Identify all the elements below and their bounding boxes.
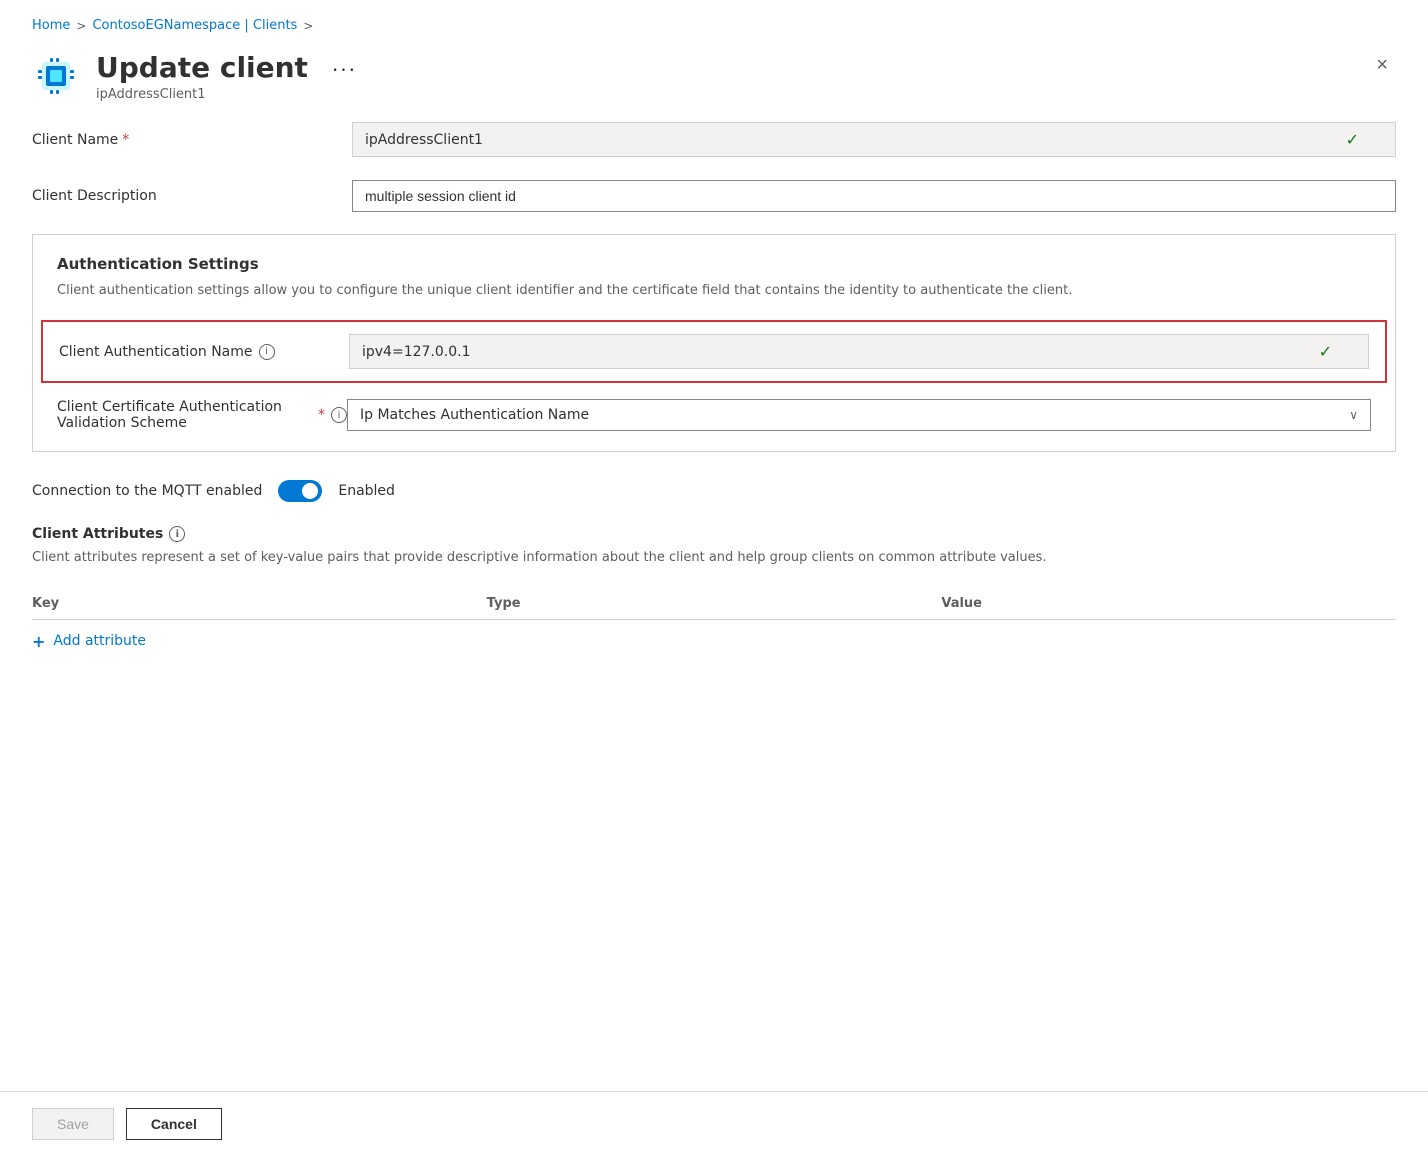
auth-settings-desc: Client authentication settings allow you… (57, 281, 1371, 301)
client-description-field (352, 180, 1396, 212)
auth-name-input: ipv4=127.0.0.1 ✓ (349, 334, 1369, 369)
client-name-input: ipAddressClient1 ✓ (352, 122, 1396, 157)
client-name-row: Client Name * ipAddressClient1 ✓ (32, 122, 1396, 158)
more-options-button[interactable]: ··· (332, 58, 357, 82)
mqtt-toggle-row: Connection to the MQTT enabled Enabled (32, 480, 1396, 502)
mqtt-label: Connection to the MQTT enabled (32, 483, 262, 499)
footer: Save Cancel (0, 1091, 1428, 1156)
client-attributes-section: Client Attributes i Client attributes re… (32, 526, 1396, 655)
breadcrumb-sep1: > (76, 19, 86, 33)
validation-required-star: * (318, 407, 325, 423)
client-description-input[interactable] (352, 180, 1396, 212)
client-name-field: ipAddressClient1 ✓ (352, 122, 1396, 157)
panel: Home > ContosoEGNamespace | Clients > (0, 0, 1428, 1156)
validation-scheme-field: Ip Matches Authentication Name ∨ (347, 399, 1371, 431)
mqtt-toggle[interactable] (278, 480, 322, 502)
add-icon: + (32, 632, 45, 651)
required-star: * (122, 132, 129, 148)
client-attributes-info-icon[interactable]: i (169, 526, 185, 542)
validation-scheme-dropdown[interactable]: Ip Matches Authentication Name ∨ (347, 399, 1371, 431)
client-icon (32, 52, 80, 100)
col-header-value: Value (941, 596, 1396, 611)
client-description-label: Client Description (32, 188, 352, 204)
auth-name-row: Client Authentication Name i ipv4=127.0.… (41, 320, 1387, 383)
auth-name-info-icon[interactable]: i (259, 344, 275, 360)
auth-check-icon: ✓ (1319, 342, 1332, 361)
header: Update client ··· ipAddressClient1 × (0, 43, 1428, 122)
col-header-key: Key (32, 596, 487, 611)
mqtt-status: Enabled (338, 483, 395, 499)
breadcrumb-namespace[interactable]: ContosoEGNamespace | Clients (92, 18, 297, 33)
auth-name-field: ipv4=127.0.0.1 ✓ (349, 334, 1369, 369)
client-name-label: Client Name * (32, 132, 352, 148)
header-title-block: Update client ··· ipAddressClient1 (96, 51, 357, 102)
header-subtitle: ipAddressClient1 (96, 87, 357, 102)
client-attributes-title: Client Attributes i (32, 526, 1396, 542)
header-left: Update client ··· ipAddressClient1 (32, 51, 357, 102)
breadcrumb: Home > ContosoEGNamespace | Clients > (0, 0, 1428, 43)
add-attribute-label: Add attribute (53, 633, 146, 649)
client-description-row: Client Description (32, 178, 1396, 214)
form-area: Client Name * ipAddressClient1 ✓ Client … (0, 122, 1428, 655)
client-attributes-desc: Client attributes represent a set of key… (32, 548, 1396, 568)
attributes-table-header: Key Type Value (32, 588, 1396, 620)
auth-settings-title: Authentication Settings (57, 255, 1371, 273)
auth-settings-box: Authentication Settings Client authentic… (32, 234, 1396, 453)
cancel-button[interactable]: Cancel (126, 1108, 222, 1140)
page-title: Update client (96, 51, 308, 85)
check-icon: ✓ (1346, 130, 1359, 149)
validation-scheme-row: Client Certificate Authentication Valida… (57, 399, 1371, 431)
add-attribute-button[interactable]: + Add attribute (32, 628, 1396, 655)
validation-scheme-label: Client Certificate Authentication Valida… (57, 399, 347, 431)
col-header-type: Type (487, 596, 942, 611)
close-button[interactable]: × (1368, 51, 1396, 79)
save-button: Save (32, 1108, 114, 1140)
auth-name-label: Client Authentication Name i (59, 344, 349, 360)
breadcrumb-sep2: > (303, 19, 313, 33)
validation-info-icon[interactable]: i (331, 407, 347, 423)
chevron-down-icon: ∨ (1349, 408, 1358, 422)
breadcrumb-home[interactable]: Home (32, 18, 70, 33)
